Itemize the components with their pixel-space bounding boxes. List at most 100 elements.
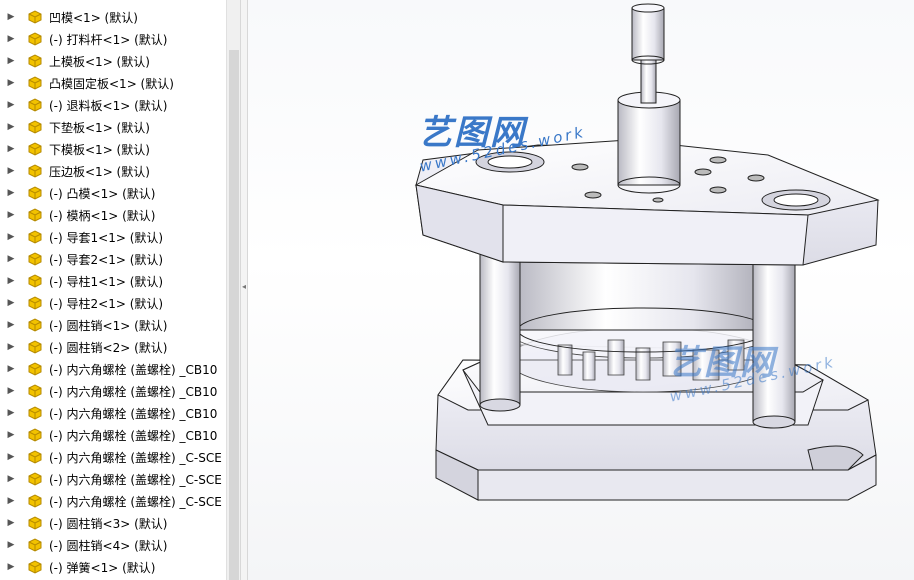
tree-item[interactable]: ▶ (-) 导柱1<1> (默认)	[0, 270, 226, 292]
part-icon	[28, 538, 42, 552]
part-icon	[28, 362, 42, 376]
tree-item[interactable]: ▶ (-) 导套2<1> (默认)	[0, 248, 226, 270]
tree-item[interactable]: ▶ (-) 弹簧<1> (默认)	[0, 556, 226, 578]
part-icon	[28, 32, 42, 46]
die-shank	[617, 3, 681, 194]
tree-item[interactable]: ▶ 凸模固定板<1> (默认)	[0, 72, 226, 94]
tree-item-label: (-) 内六角螺栓 (盖螺栓) _CB10	[49, 428, 218, 443]
expand-icon[interactable]: ▶	[7, 518, 15, 528]
tree-item[interactable]: ▶ (-) 内六角螺栓 (盖螺栓) _C-SCE	[0, 446, 226, 468]
expand-icon[interactable]: ▶	[7, 496, 15, 506]
tree-item-label: (-) 凸模<1> (默认)	[49, 186, 156, 201]
expand-icon[interactable]: ▶	[7, 232, 15, 242]
tree-item-label: (-) 圆柱销<4> (默认)	[49, 538, 168, 553]
tree-item[interactable]: ▶ (-) 导套1<1> (默认)	[0, 226, 226, 248]
expand-icon[interactable]: ▶	[7, 474, 15, 484]
expand-icon[interactable]: ▶	[7, 540, 15, 550]
expand-icon[interactable]: ▶	[7, 298, 15, 308]
expand-icon[interactable]: ▶	[7, 34, 15, 44]
expand-icon[interactable]: ▶	[7, 342, 15, 352]
tree-item-label: (-) 内六角螺栓 (盖螺栓) _C-SCE	[49, 494, 222, 509]
expand-icon[interactable]: ▶	[7, 276, 15, 286]
tree-item-label: 下垫板<1> (默认)	[49, 120, 150, 135]
tree-item-label: (-) 内六角螺栓 (盖螺栓) _CB10	[49, 406, 218, 421]
expand-icon[interactable]: ▶	[7, 100, 15, 110]
tree-scrollbar[interactable]	[226, 0, 241, 580]
tree-item[interactable]: ▶ 凹模<1> (默认)	[0, 6, 226, 28]
part-icon	[28, 274, 42, 288]
part-icon	[28, 450, 42, 464]
expand-icon[interactable]: ▶	[7, 320, 15, 330]
scrollbar-thumb[interactable]	[229, 50, 239, 580]
tree-item-label: (-) 内六角螺栓 (盖螺栓) _CB10	[49, 362, 218, 377]
tree-item[interactable]: ▶ 上模板<1> (默认)	[0, 50, 226, 72]
part-icon	[28, 142, 42, 156]
tree-item[interactable]: ▶ 下模板<1> (默认)	[0, 138, 226, 160]
expand-icon[interactable]: ▶	[7, 452, 15, 462]
part-icon	[28, 384, 42, 398]
expand-icon[interactable]: ▶	[7, 122, 15, 132]
panel-splitter[interactable]: ◂	[240, 0, 248, 580]
part-icon	[28, 208, 42, 222]
expand-icon[interactable]: ▶	[7, 210, 15, 220]
part-icon	[28, 340, 42, 354]
watermark-logo-2: 艺图网 www.52des.work	[668, 335, 837, 406]
tree-item[interactable]: ▶ 下垫板<1> (默认)	[0, 116, 226, 138]
expand-icon[interactable]: ▶	[7, 430, 15, 440]
part-icon	[28, 76, 42, 90]
tree-item[interactable]: ▶ (-) 内六角螺栓 (盖螺栓) _CB10	[0, 424, 226, 446]
tree-item[interactable]: ▶ (-) 内六角螺栓 (盖螺栓) _C-SCE	[0, 490, 226, 512]
expand-icon[interactable]: ▶	[7, 166, 15, 176]
tree-item[interactable]: ▶ (-) 内六角螺栓 (盖螺栓) _CB10	[0, 402, 226, 424]
tree-item-label: (-) 弹簧<1> (默认)	[49, 560, 156, 575]
part-icon	[28, 296, 42, 310]
part-icon	[28, 406, 42, 420]
feature-tree-panel: ▶ 凹模<1> (默认) ▶ (-) 打料杆<1> (默认) ▶ 上模板<1> (默认) ▶…	[0, 0, 226, 580]
grip-icon[interactable]: ◂	[241, 282, 247, 292]
expand-icon[interactable]: ▶	[7, 78, 15, 88]
part-icon	[28, 98, 42, 112]
tree-item[interactable]: ▶ (-) 退料板<1> (默认)	[0, 94, 226, 116]
tree-item-label: (-) 内六角螺栓 (盖螺栓) _C-SCE	[49, 472, 222, 487]
tree-item-label: (-) 打料杆<1> (默认)	[49, 32, 168, 47]
expand-icon[interactable]: ▶	[7, 254, 15, 264]
expand-icon[interactable]: ▶	[7, 386, 15, 396]
part-icon	[28, 164, 42, 178]
part-icon	[28, 318, 42, 332]
expand-icon[interactable]: ▶	[7, 144, 15, 154]
part-icon	[28, 120, 42, 134]
tree-item-label: (-) 导套1<1> (默认)	[49, 230, 164, 245]
tree-item-label: (-) 圆柱销<1> (默认)	[49, 318, 168, 333]
tree-item[interactable]: ▶ (-) 圆柱销<2> (默认)	[0, 336, 226, 358]
expand-icon[interactable]: ▶	[7, 56, 15, 66]
tree-item-label: 凹模<1> (默认)	[49, 10, 138, 25]
tree-item[interactable]: ▶ (-) 圆柱销<3> (默认)	[0, 512, 226, 534]
part-icon	[28, 10, 42, 24]
tree-item-label: (-) 内六角螺栓 (盖螺栓) _C-SCE	[49, 450, 222, 465]
tree-item[interactable]: ▶ (-) 内六角螺栓 (盖螺栓) _CB10	[0, 380, 226, 402]
tree-item[interactable]: ▶ 压边板<1> (默认)	[0, 160, 226, 182]
tree-item[interactable]: ▶ (-) 导柱2<1> (默认)	[0, 292, 226, 314]
tree-item[interactable]: ▶ (-) 内六角螺栓 (盖螺栓) _CB10	[0, 358, 226, 380]
part-icon	[28, 54, 42, 68]
tree-item[interactable]: ▶ (-) 模柄<1> (默认)	[0, 204, 226, 226]
part-icon	[28, 560, 42, 574]
tree-item[interactable]: ▶ (-) 内六角螺栓 (盖螺栓) _C-SCE	[0, 468, 226, 490]
tree-item-label: 凸模固定板<1> (默认)	[49, 76, 174, 91]
tree-item[interactable]: ▶ (-) 圆柱销<4> (默认)	[0, 534, 226, 556]
part-icon	[28, 516, 42, 530]
tree-item-label: 下模板<1> (默认)	[49, 142, 150, 157]
part-icon	[28, 428, 42, 442]
graphics-viewport[interactable]: 艺图网 www.52des.work 艺图网 www.52des.work	[248, 0, 914, 580]
tree-item[interactable]: ▶ (-) 凸模<1> (默认)	[0, 182, 226, 204]
tree-item[interactable]: ▶ (-) 圆柱销<1> (默认)	[0, 314, 226, 336]
expand-icon[interactable]: ▶	[7, 408, 15, 418]
expand-icon[interactable]: ▶	[7, 562, 15, 572]
tree-item[interactable]: ▶ (-) 打料杆<1> (默认)	[0, 28, 226, 50]
expand-icon[interactable]: ▶	[7, 188, 15, 198]
tree-item-label: (-) 内六角螺栓 (盖螺栓) _CB10	[49, 384, 218, 399]
expand-icon[interactable]: ▶	[7, 12, 15, 22]
part-icon	[28, 472, 42, 486]
expand-icon[interactable]: ▶	[7, 364, 15, 374]
part-icon	[28, 252, 42, 266]
